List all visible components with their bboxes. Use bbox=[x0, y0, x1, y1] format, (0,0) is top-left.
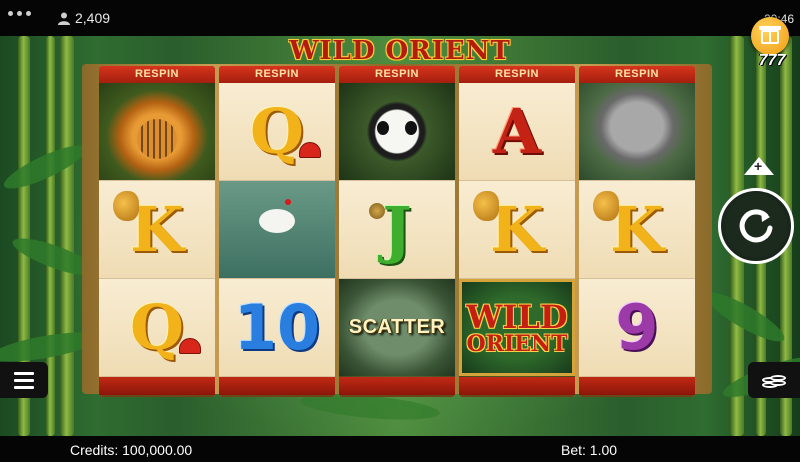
bet-up-button[interactable]: + bbox=[744, 157, 774, 179]
symbol-tiger bbox=[99, 83, 215, 181]
dragon-icon bbox=[113, 191, 139, 221]
reel-2: RESPIN Q 10 bbox=[219, 66, 335, 397]
bet-settings-button[interactable] bbox=[748, 362, 800, 398]
coin-icon bbox=[369, 203, 385, 219]
respin-button[interactable]: RESPIN bbox=[219, 66, 335, 83]
dragon-icon bbox=[593, 191, 619, 221]
dragon-icon bbox=[473, 191, 499, 221]
credits-display: Credits: 100,000.00 bbox=[70, 442, 193, 458]
reel-4: RESPIN A K WILD ORIENT bbox=[459, 66, 575, 397]
reel-1: RESPIN K Q bbox=[99, 66, 215, 397]
menu-button[interactable] bbox=[0, 362, 48, 398]
players-online: 2,409 bbox=[58, 10, 110, 26]
symbol-queen: Q bbox=[99, 279, 215, 377]
respin-button[interactable]: RESPIN bbox=[459, 66, 575, 83]
symbol-crane bbox=[219, 181, 335, 279]
symbol-ten: 10 bbox=[219, 279, 335, 377]
coins-icon bbox=[762, 370, 786, 390]
symbol-panda bbox=[339, 83, 455, 181]
fan-icon bbox=[179, 338, 201, 354]
symbol-scatter: SCATTER bbox=[339, 279, 455, 377]
symbol-king: K bbox=[579, 181, 695, 279]
spin-icon bbox=[739, 209, 773, 243]
symbol-king: K bbox=[99, 181, 215, 279]
fan-icon bbox=[299, 142, 321, 158]
symbol-nine: 9 bbox=[579, 279, 695, 377]
respin-button[interactable]: RESPIN bbox=[99, 66, 215, 83]
symbol-king: K bbox=[459, 181, 575, 279]
respin-button[interactable]: RESPIN bbox=[339, 66, 455, 83]
user-icon bbox=[58, 12, 70, 25]
respin-button[interactable]: RESPIN bbox=[579, 66, 695, 83]
menu-icon bbox=[14, 371, 34, 375]
game-logo: WILD ORIENT bbox=[289, 36, 511, 66]
gift-button[interactable] bbox=[751, 17, 789, 55]
symbol-jack: J bbox=[339, 181, 455, 279]
players-count: 2,409 bbox=[75, 10, 111, 26]
footer-bar: Credits: 100,000.00 Bet: 1.00 bbox=[0, 436, 800, 462]
more-dots-icon[interactable] bbox=[8, 11, 31, 16]
symbol-ace: A bbox=[459, 83, 575, 181]
spin-control bbox=[718, 188, 798, 268]
reel-5: RESPIN K 9 bbox=[579, 66, 695, 397]
jackpot-badge[interactable]: 777 bbox=[752, 52, 792, 70]
symbol-queen: Q bbox=[219, 83, 335, 181]
spin-button[interactable] bbox=[718, 188, 794, 264]
symbol-wild: WILD ORIENT bbox=[459, 279, 575, 377]
symbol-elephant bbox=[579, 83, 695, 181]
reel-3: RESPIN J SCATTER bbox=[339, 66, 455, 397]
bet-display: Bet: 1.00 bbox=[561, 442, 618, 458]
status-bar: 2,409 20:46 bbox=[0, 0, 800, 36]
